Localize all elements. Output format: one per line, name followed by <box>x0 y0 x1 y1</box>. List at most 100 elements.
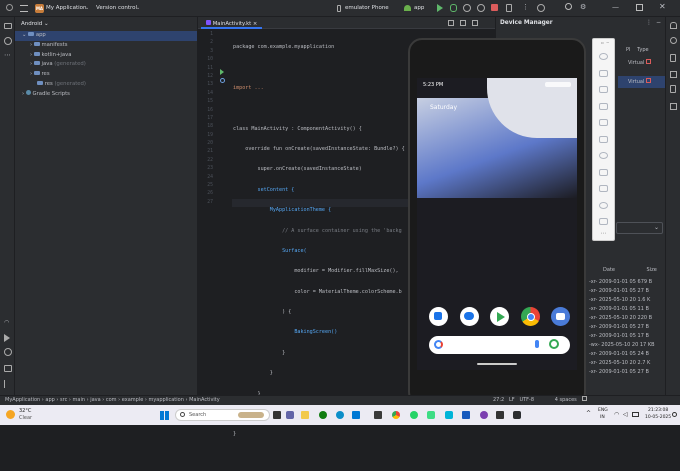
gradle-tool-icon[interactable] <box>670 37 677 44</box>
minimize-button[interactable]: — <box>612 3 619 11</box>
tree-item-manifests[interactable]: › manifests <box>15 41 197 51</box>
phone-screen[interactable]: 5:23 PM Saturday <box>417 78 577 370</box>
play-store-icon[interactable] <box>490 307 509 326</box>
folder-icon[interactable] <box>4 23 12 29</box>
tree-item-res[interactable]: › res <box>15 70 197 80</box>
override-gutter-icon[interactable] <box>220 78 225 83</box>
chrome-taskbar-icon[interactable] <box>392 411 400 419</box>
breadcrumb-item[interactable]: java <box>90 397 100 403</box>
device-selector[interactable]: emulator Phone <box>345 5 389 11</box>
volume-tray-icon[interactable]: ◁ <box>623 411 628 418</box>
fold-icon[interactable] <box>599 168 608 176</box>
problems-icon[interactable] <box>4 348 12 356</box>
android-studio-icon[interactable] <box>427 411 435 419</box>
indent-setting[interactable]: 4 spaces <box>555 397 577 403</box>
word-icon[interactable] <box>462 411 470 419</box>
lock-icon[interactable] <box>581 396 587 401</box>
whatsapp-icon[interactable] <box>410 411 418 419</box>
overview-icon[interactable] <box>599 218 608 225</box>
weather-icon[interactable] <box>6 410 15 419</box>
windows-start-icon[interactable] <box>160 411 169 420</box>
home-icon[interactable] <box>599 201 608 209</box>
run-config-selector[interactable]: app <box>414 5 424 11</box>
device-manager-tool-icon[interactable] <box>670 54 676 62</box>
language-indicator[interactable]: ENG <box>598 408 608 413</box>
gesture-nav-bar[interactable] <box>477 363 517 365</box>
photos-icon[interactable] <box>445 411 453 419</box>
breadcrumb-item[interactable]: app <box>45 397 54 403</box>
close-emulator-icon[interactable]: ▫ <box>601 40 604 45</box>
tree-item-app[interactable]: ⌄ app <box>15 31 197 41</box>
emulator-tool-icon[interactable] <box>670 85 676 93</box>
rotate-left-icon[interactable] <box>599 102 608 110</box>
file-row[interactable]: -xr- 2025-05-10 20 2.7 K <box>589 359 665 368</box>
hamburger-menu-icon[interactable] <box>20 5 28 12</box>
battery-tray-icon[interactable] <box>632 412 639 417</box>
volume-up-icon[interactable] <box>599 69 608 77</box>
file-encoding[interactable]: UTF-8 <box>519 397 534 403</box>
stop-device-icon[interactable] <box>645 59 651 64</box>
stop-device-icon[interactable] <box>645 78 651 83</box>
more-options-icon[interactable]: ⋮ <box>522 3 529 11</box>
power-icon[interactable] <box>599 53 608 60</box>
camera-app-icon[interactable] <box>551 307 570 326</box>
breadcrumb-item[interactable]: src <box>60 397 67 403</box>
wifi-icon[interactable]: ◠ <box>4 319 9 326</box>
terminal-icon[interactable] <box>4 365 12 372</box>
screenshot-icon[interactable] <box>599 135 608 143</box>
task-view-icon[interactable] <box>273 411 281 419</box>
file-row[interactable]: -xr- 2025-05-10 20 1.6 K <box>589 296 665 305</box>
terminal-taskbar-icon[interactable] <box>496 411 504 419</box>
notification-tray-icon[interactable] <box>672 412 677 417</box>
outlook-icon[interactable] <box>352 411 360 419</box>
edge-icon[interactable] <box>336 411 344 419</box>
device-manager-icon[interactable] <box>506 4 512 12</box>
file-row[interactable]: -xr- 2025-05-10 20 220 B <box>589 314 665 323</box>
profile-icon[interactable] <box>463 4 471 12</box>
more-emulator-options-icon[interactable]: ⋯ <box>593 230 614 237</box>
app-taskbar-icon[interactable] <box>513 411 521 419</box>
zoom-icon[interactable] <box>599 152 608 159</box>
menu-icon-left[interactable] <box>6 4 13 11</box>
code-view-icon[interactable] <box>448 20 454 26</box>
phone-app-icon[interactable] <box>429 307 448 326</box>
tree-item-java-generated[interactable]: › java (generated) <box>15 60 197 70</box>
resource-manager-icon[interactable] <box>4 37 12 45</box>
file-row[interactable]: -xr- 2009-01-01 05 27 B <box>589 368 665 377</box>
breadcrumb-item[interactable]: myapplication <box>148 397 183 403</box>
notifications-icon[interactable] <box>670 22 677 29</box>
tree-item-gradle-scripts[interactable]: › Gradle Scripts <box>15 89 197 100</box>
chrome-icon[interactable] <box>521 307 540 326</box>
clock-time[interactable]: 21:23:08 <box>648 408 668 413</box>
tab-mainactivity[interactable]: MainActivity.kt × <box>201 18 263 29</box>
split-view-icon[interactable] <box>460 20 466 26</box>
weather-temp[interactable]: 32°C <box>19 408 31 414</box>
back-icon[interactable] <box>599 185 608 192</box>
breadcrumb-item[interactable]: example <box>122 397 144 403</box>
account-icon[interactable] <box>537 4 545 12</box>
teams-icon[interactable] <box>286 411 294 419</box>
debug-icon[interactable] <box>450 4 457 12</box>
tree-item-res-generated[interactable]: res (generated) <box>15 80 197 90</box>
storage-dropdown[interactable]: ⌄ <box>616 222 663 234</box>
rotate-right-icon[interactable] <box>599 119 608 126</box>
device-row[interactable]: Virtual <box>618 76 666 88</box>
file-row[interactable]: -xr- 2009-01-01 05 27 B <box>589 287 665 296</box>
git-icon[interactable] <box>4 380 11 388</box>
file-row[interactable]: -xr- 2009-01-01 05 11 B <box>589 305 665 314</box>
breadcrumb-item[interactable]: main <box>73 397 86 403</box>
run-panel-icon[interactable] <box>4 334 10 342</box>
wifi-tray-icon[interactable]: ◠ <box>614 411 619 418</box>
more-tools-icon[interactable]: ⋯ <box>4 51 11 59</box>
device-row[interactable]: Virtual <box>618 58 666 69</box>
close-tab-icon[interactable]: × <box>253 21 257 27</box>
project-name[interactable]: My Application <box>46 5 86 11</box>
project-badge[interactable]: MA <box>35 4 44 13</box>
minimize-emulator-icon[interactable]: − <box>606 40 609 45</box>
tray-chevron-icon[interactable]: ^ <box>586 410 591 417</box>
at-a-glance-date[interactable]: Saturday <box>430 104 457 111</box>
search-icon[interactable] <box>565 3 572 10</box>
breadcrumb-item[interactable]: MainActivity <box>189 397 220 403</box>
messages-app-icon[interactable] <box>460 307 479 326</box>
cursor-position[interactable]: 27:2 <box>493 397 504 403</box>
